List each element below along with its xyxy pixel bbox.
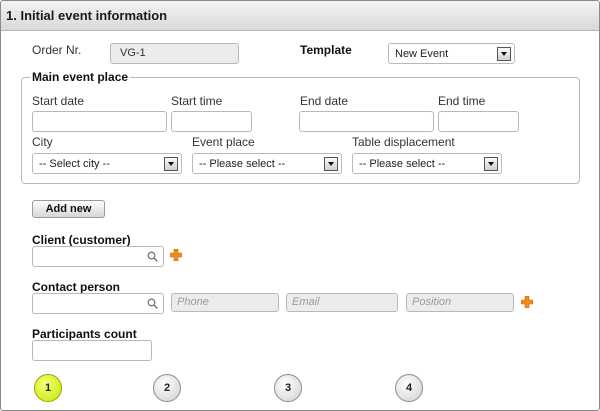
position-placeholder: Position (412, 296, 452, 308)
city-select[interactable]: -- Select city -- (32, 153, 182, 174)
email-field[interactable]: Email (286, 293, 398, 312)
section-title: 1. Initial event information (6, 8, 168, 23)
add-new-button[interactable]: Add new (32, 200, 105, 218)
client-search-input[interactable] (32, 246, 164, 267)
email-placeholder: Email (292, 296, 320, 308)
table-displacement-select-value: -- Please select -- (359, 158, 446, 170)
form-panel: 1. Initial event information Order Nr. V… (0, 0, 600, 411)
add-contact-icon[interactable] (521, 296, 533, 308)
participants-count-label: Participants count (32, 327, 137, 341)
event-place-select[interactable]: -- Please select -- (192, 153, 342, 174)
order-nr-label: Order Nr. (32, 43, 82, 57)
phone-field[interactable]: Phone (171, 293, 279, 312)
search-icon[interactable] (147, 298, 158, 309)
step-1[interactable]: 1 (34, 374, 62, 402)
chevron-down-icon (324, 157, 338, 171)
step-3[interactable]: 3 (274, 374, 302, 402)
template-select[interactable]: New Event (388, 43, 515, 64)
start-date-label: Start date (32, 94, 85, 108)
template-label: Template (300, 43, 352, 57)
table-displacement-label: Table displacement (352, 135, 455, 149)
step-4[interactable]: 4 (395, 374, 423, 402)
main-event-place-legend: Main event place (30, 70, 131, 84)
contact-search-input[interactable] (32, 293, 164, 314)
step-2[interactable]: 2 (153, 374, 181, 402)
end-time-input[interactable] (438, 111, 519, 132)
search-icon[interactable] (147, 251, 158, 262)
end-time-label: End time (438, 94, 486, 108)
end-date-label: End date (300, 94, 349, 108)
city-select-value: -- Select city -- (39, 158, 110, 170)
chevron-down-icon (164, 157, 178, 171)
contact-person-label: Contact person (32, 280, 121, 294)
template-select-value: New Event (395, 48, 449, 60)
city-label: City (32, 135, 53, 149)
table-displacement-select[interactable]: -- Please select -- (352, 153, 502, 174)
order-nr-value: VG-1 (120, 47, 146, 59)
participants-count-input[interactable] (32, 340, 152, 361)
start-time-label: Start time (171, 94, 223, 108)
order-nr-field: VG-1 (110, 43, 239, 64)
start-time-input[interactable] (171, 111, 252, 132)
phone-placeholder: Phone (177, 296, 209, 308)
end-date-input[interactable] (299, 111, 434, 132)
add-client-icon[interactable] (170, 249, 182, 261)
client-label: Client (customer) (32, 233, 131, 247)
chevron-down-icon (484, 157, 498, 171)
position-field[interactable]: Position (406, 293, 514, 312)
start-date-input[interactable] (32, 111, 167, 132)
event-place-select-value: -- Please select -- (199, 158, 286, 170)
chevron-down-icon (497, 47, 511, 61)
event-place-label: Event place (192, 135, 255, 149)
section-header: 1. Initial event information (1, 1, 599, 31)
